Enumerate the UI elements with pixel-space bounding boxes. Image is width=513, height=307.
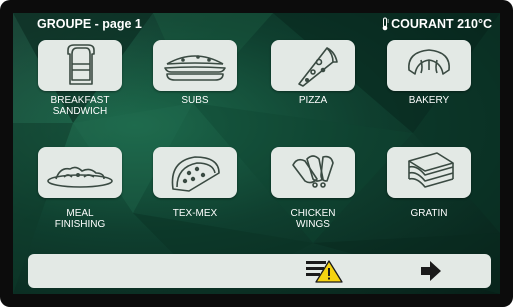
tile-label: CHICKEN WINGS [290, 208, 336, 230]
tile-label: TEX-MEX [172, 208, 218, 219]
gratin-layers-icon [408, 152, 454, 188]
tile-tex-mex[interactable] [153, 147, 237, 198]
tile-label: GRATIN [410, 208, 448, 219]
tile-bakery[interactable] [387, 40, 471, 91]
touch-screen: GROUPE - page 1 COURANT 210°C BREAKFAST … [13, 13, 500, 294]
croissant-icon [408, 49, 450, 75]
tile-chicken-wings[interactable] [271, 147, 355, 198]
tile-meal-finishing[interactable] [38, 147, 122, 198]
chicken-wings-icon [292, 155, 334, 188]
tile-subs[interactable] [153, 40, 237, 91]
sandwich-icon [67, 44, 95, 85]
list-warning-icon[interactable] [304, 258, 344, 284]
page-title: GROUPE - page 1 [37, 17, 142, 31]
bottom-bar [28, 254, 491, 288]
tile-label: MEAL FINISHING [54, 208, 106, 230]
tile-label: SUBS [181, 95, 209, 106]
arrow-right-icon[interactable] [420, 261, 442, 281]
plated-meal-icon [47, 166, 113, 188]
tile-label: BAKERY [408, 95, 450, 106]
tile-breakfast-sandwich[interactable] [38, 40, 122, 91]
tile-label: PIZZA [298, 95, 328, 106]
pizza-slice-icon [298, 47, 338, 87]
thermometer-icon [382, 17, 390, 31]
taco-icon [171, 156, 220, 192]
tile-pizza[interactable] [271, 40, 355, 91]
temperature-label: COURANT 210°C [391, 17, 492, 31]
tile-label: BREAKFAST SANDWICH [50, 95, 110, 117]
tile-gratin[interactable] [387, 147, 471, 198]
sub-sandwich-icon [164, 55, 226, 81]
temperature-status: COURANT 210°C [380, 17, 492, 31]
